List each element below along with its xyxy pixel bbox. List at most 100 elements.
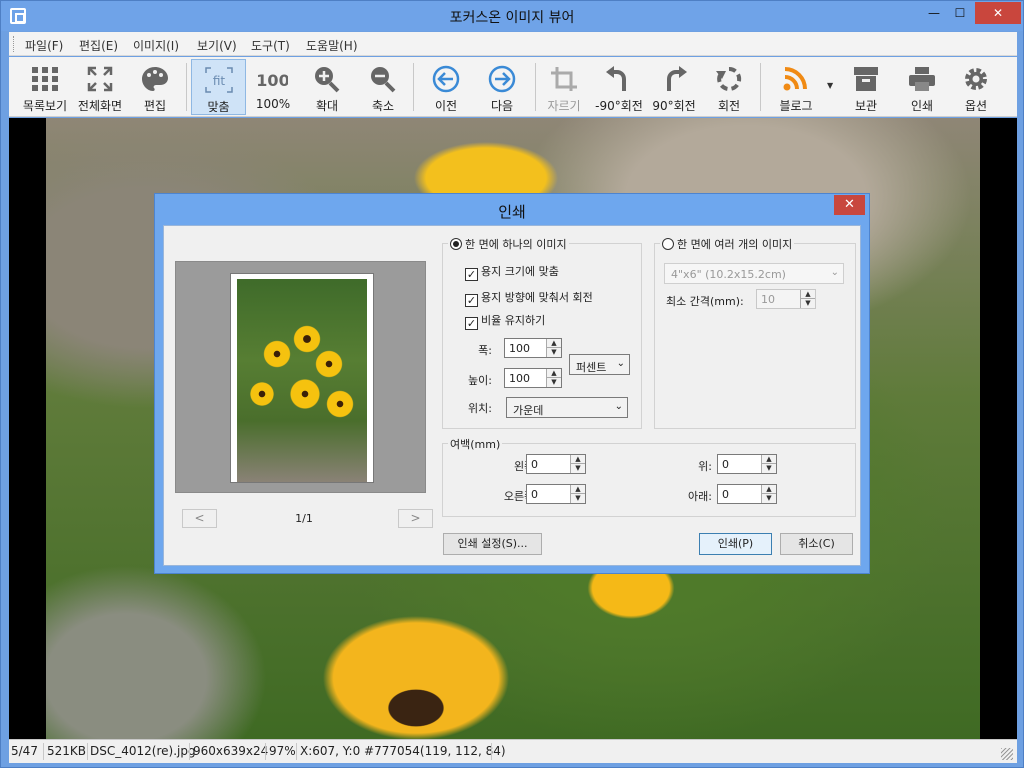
unit-select[interactable]: 퍼센트 ⌄ xyxy=(569,354,630,375)
checkmark-icon: ✓ xyxy=(465,294,478,307)
arrow-left-icon xyxy=(432,65,460,93)
arrow-right-icon xyxy=(488,65,516,93)
menu-file[interactable]: 파일(F) xyxy=(25,37,63,54)
print-button[interactable]: 인쇄 xyxy=(899,59,945,115)
margin-left-stepper[interactable]: 0 ▲ ▼ xyxy=(526,454,586,474)
margin-bottom-up-icon[interactable]: ▲ xyxy=(761,485,776,494)
blog-button[interactable]: 블로그 xyxy=(767,59,825,115)
title-bar: 포커스온 이미지 뷰어 — ☐ ✕ xyxy=(1,1,1023,31)
menu-edit[interactable]: 편집(E) xyxy=(79,37,118,54)
rotate-button[interactable]: 회전 xyxy=(705,59,753,115)
margin-left-up-icon[interactable]: ▲ xyxy=(570,455,585,464)
fit-paper-checkbox[interactable]: ✓ 용지 크기에 맞춤 xyxy=(465,263,559,281)
chevron-down-icon: ⌄ xyxy=(614,401,623,412)
margin-bottom-value: 0 xyxy=(722,488,729,501)
previous-button[interactable]: 이전 xyxy=(421,59,471,115)
close-button[interactable]: ✕ xyxy=(975,2,1021,24)
next-button[interactable]: 다음 xyxy=(477,59,527,115)
zoom-in-button[interactable]: 확대 xyxy=(303,59,351,115)
margin-top-stepper[interactable]: 0 ▲ ▼ xyxy=(717,454,777,474)
margin-right-down-icon[interactable]: ▼ xyxy=(570,494,585,503)
margin-bottom-label: 아래: xyxy=(688,490,712,503)
height-down-icon[interactable]: ▼ xyxy=(546,378,561,387)
blog-label: 블로그 xyxy=(779,99,813,113)
margin-top-label: 위: xyxy=(698,460,712,473)
status-separator xyxy=(189,743,190,760)
fullscreen-icon xyxy=(87,66,113,92)
status-index: 5/47 xyxy=(11,744,38,758)
margin-top-value: 0 xyxy=(722,458,729,471)
fullscreen-label: 전체화면 xyxy=(77,99,123,113)
status-bar: 5/47 521KB DSC_4012(re).jpg 960x639x24 9… xyxy=(9,739,1017,763)
fit-button[interactable]: fit 맞춤 xyxy=(191,59,246,115)
zoom-out-button[interactable]: 축소 xyxy=(359,59,407,115)
menu-tools[interactable]: 도구(T) xyxy=(251,37,290,54)
chevron-down-icon: ⌄ xyxy=(616,358,625,369)
zoom-out-label: 축소 xyxy=(371,99,395,113)
height-up-icon[interactable]: ▲ xyxy=(546,369,561,378)
rotate-label: 회전 xyxy=(717,99,741,113)
print-confirm-button[interactable]: 인쇄(P) xyxy=(699,533,772,555)
preview-prev-button[interactable]: < xyxy=(182,509,217,528)
resize-grip[interactable] xyxy=(1001,748,1013,760)
edit-button[interactable]: 편집 xyxy=(129,59,181,115)
print-settings-button[interactable]: 인쇄 설정(S)... xyxy=(443,533,542,555)
margin-right-up-icon[interactable]: ▲ xyxy=(570,485,585,494)
crop-button[interactable]: 자르기 xyxy=(539,59,589,115)
list-view-button[interactable]: 목록보기 xyxy=(13,59,77,115)
status-separator xyxy=(87,743,88,760)
margin-top-up-icon[interactable]: ▲ xyxy=(761,455,776,464)
options-button[interactable]: 옵션 xyxy=(953,59,999,115)
menu-help[interactable]: 도움말(H) xyxy=(306,37,358,54)
maximize-button[interactable]: ☐ xyxy=(945,2,975,24)
gap-stepper[interactable]: 10 ▲ ▼ xyxy=(756,289,816,309)
margin-top-down-icon[interactable]: ▼ xyxy=(761,464,776,473)
width-stepper[interactable]: 100 ▲ ▼ xyxy=(504,338,562,358)
margin-left-down-icon[interactable]: ▼ xyxy=(570,464,585,473)
status-dimensions: 960x639x24 xyxy=(193,744,269,758)
gap-down-icon[interactable]: ▼ xyxy=(800,299,815,308)
rotate-paper-checkbox[interactable]: ✓ 용지 방향에 맞춰서 회전 xyxy=(465,289,593,307)
keep-ratio-label: 비율 유지하기 xyxy=(481,314,546,327)
gap-value: 10 xyxy=(761,293,775,306)
rotate-icon xyxy=(716,66,742,91)
margin-right-stepper[interactable]: 0 ▲ ▼ xyxy=(526,484,586,504)
margin-bottom-stepper[interactable]: 0 ▲ ▼ xyxy=(717,484,777,504)
height-label: 높이: xyxy=(468,374,492,387)
margin-bottom-down-icon[interactable]: ▼ xyxy=(761,494,776,503)
archive-button[interactable]: 보관 xyxy=(841,59,891,115)
fit-icon: fit xyxy=(204,67,233,93)
paper-size-value: 4"x6" (10.2x15.2cm) xyxy=(671,268,786,281)
archive-box-icon xyxy=(854,67,878,91)
preview-next-button[interactable]: > xyxy=(398,509,433,528)
paper-size-select[interactable]: 4"x6" (10.2x15.2cm) ⌄ xyxy=(664,263,844,284)
height-stepper[interactable]: 100 ▲ ▼ xyxy=(504,368,562,388)
width-down-icon[interactable]: ▼ xyxy=(546,348,561,357)
margin-left-value: 0 xyxy=(531,458,538,471)
actual-size-button[interactable]: 100 100% xyxy=(249,59,297,115)
position-select[interactable]: 가운데 ⌄ xyxy=(506,397,628,418)
rotate-right-label: 90°회전 xyxy=(652,99,696,113)
fit-paper-label: 용지 크기에 맞춤 xyxy=(481,265,559,278)
menu-view[interactable]: 보기(V) xyxy=(197,37,237,54)
multi-image-radio[interactable]: 한 면에 여러 개의 이미지 xyxy=(660,236,795,252)
rotate-right-button[interactable]: 90°회전 xyxy=(647,59,701,115)
status-pixel-info: X:607, Y:0 #777054(119, 112, 84) xyxy=(300,744,506,758)
radio-off-icon xyxy=(662,238,674,250)
blog-dropdown-arrow-icon[interactable]: ▼ xyxy=(827,81,833,90)
zoom-in-icon xyxy=(315,67,340,93)
single-image-radio[interactable]: 한 면에 하나의 이미지 xyxy=(448,236,569,252)
crop-label: 자르기 xyxy=(547,99,581,113)
keep-ratio-checkbox[interactable]: ✓ 비율 유지하기 xyxy=(465,312,545,330)
margin-group xyxy=(442,443,856,517)
width-up-icon[interactable]: ▲ xyxy=(546,339,561,348)
cancel-button[interactable]: 취소(C) xyxy=(780,533,853,555)
gap-up-icon[interactable]: ▲ xyxy=(800,290,815,299)
dialog-close-button[interactable]: ✕ xyxy=(834,195,865,215)
fullscreen-button[interactable]: 전체화면 xyxy=(73,59,127,115)
status-zoom: 97% xyxy=(269,744,296,758)
rotate-left-button[interactable]: -90°회전 xyxy=(591,59,647,115)
menu-image[interactable]: 이미지(I) xyxy=(133,37,179,54)
zoom-out-icon xyxy=(371,67,396,93)
position-value: 가운데 xyxy=(513,404,544,417)
